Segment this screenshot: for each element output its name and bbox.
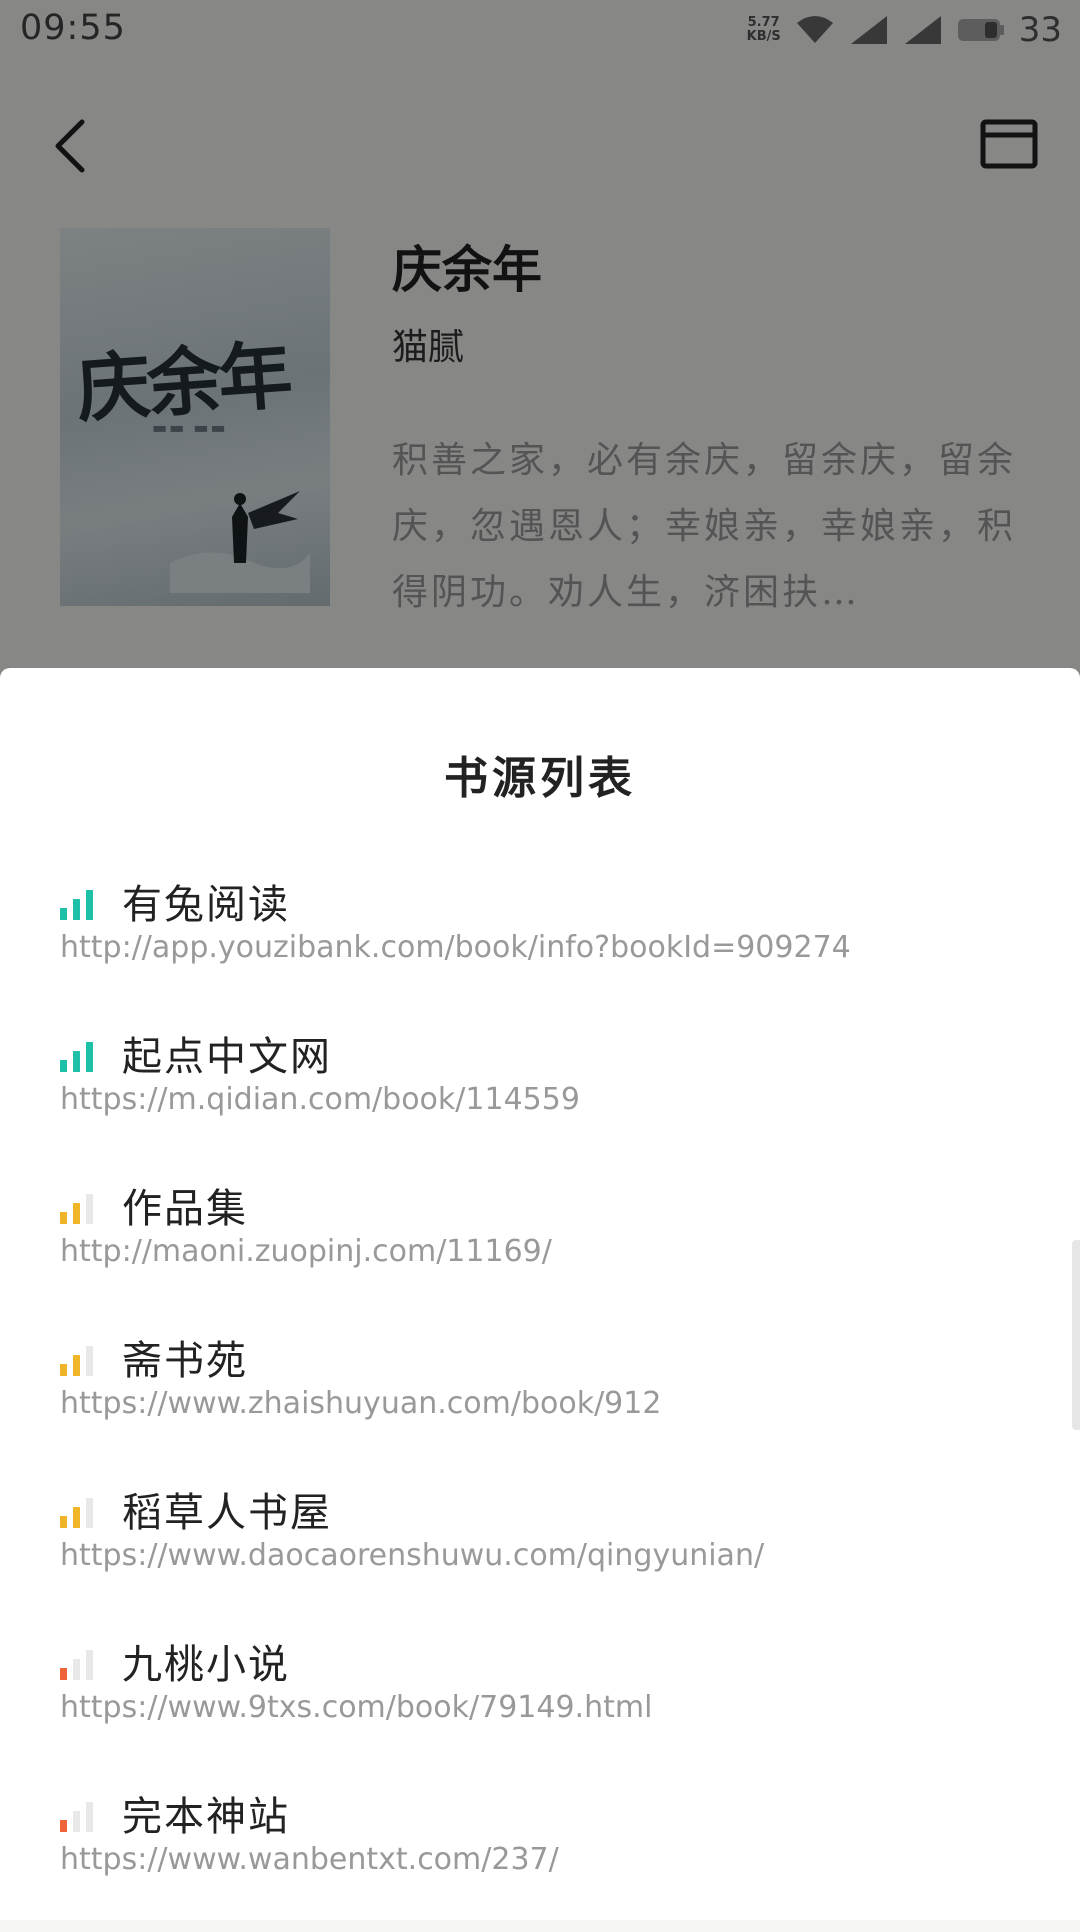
source-name: 有兔阅读: [122, 882, 290, 928]
signal-strength-icon: [60, 1194, 100, 1224]
signal-bar: [60, 1516, 67, 1528]
signal-bar: [73, 1659, 80, 1680]
signal-bar: [73, 1051, 80, 1072]
signal-bar: [60, 908, 67, 920]
scrollbar[interactable]: [1072, 1240, 1080, 1430]
source-name: 起点中文网: [122, 1034, 332, 1080]
source-list: 有兔阅读 http://app.youzibank.com/book/info?b…: [0, 868, 1080, 1932]
source-item[interactable]: 起点中文网 https://m.qidian.com/book/114559: [0, 1020, 1080, 1172]
source-item[interactable]: 九桃小说 https://www.9txs.com/book/79149.html: [0, 1628, 1080, 1780]
signal-bar: [73, 899, 80, 920]
signal-bar: [60, 1212, 67, 1224]
signal-strength-icon: [60, 1042, 100, 1072]
signal-bar: [73, 1203, 80, 1224]
signal-bar: [86, 1346, 93, 1376]
source-name: 完本神站: [122, 1794, 290, 1840]
source-url: http://maoni.zuopinj.com/11169/: [60, 1234, 552, 1269]
source-name: 九桃小说: [122, 1642, 290, 1688]
signal-bar: [60, 1820, 67, 1832]
signal-bar: [86, 1802, 93, 1832]
source-item[interactable]: 斋书苑 https://www.zhaishuyuan.com/book/912: [0, 1324, 1080, 1476]
signal-strength-icon: [60, 1650, 100, 1680]
sheet-title: 书源列表: [444, 753, 636, 804]
signal-bar: [86, 1194, 93, 1224]
signal-strength-icon: [60, 1498, 100, 1528]
source-item[interactable]: 作品集 http://maoni.zuopinj.com/11169/: [0, 1172, 1080, 1324]
signal-bar: [86, 1042, 93, 1072]
source-item[interactable]: 有兔阅读 http://app.youzibank.com/book/info?b…: [0, 868, 1080, 1020]
source-url: https://www.daocaorenshuwu.com/qingyunia…: [60, 1538, 765, 1573]
source-item[interactable]: 完本神站 https://www.wanbentxt.com/237/: [0, 1780, 1080, 1932]
signal-bar: [73, 1507, 80, 1528]
signal-strength-icon: [60, 890, 100, 920]
source-url: https://www.9txs.com/book/79149.html: [60, 1690, 653, 1725]
signal-strength-icon: [60, 1346, 100, 1376]
source-name: 斋书苑: [122, 1338, 248, 1384]
signal-bar: [73, 1355, 80, 1376]
signal-strength-icon: [60, 1802, 100, 1832]
signal-bar: [60, 1060, 67, 1072]
signal-bar: [73, 1811, 80, 1832]
source-url: http://app.youzibank.com/book/info?bookI…: [60, 930, 851, 965]
source-name: 作品集: [122, 1186, 248, 1232]
signal-bar: [86, 1498, 93, 1528]
source-item[interactable]: 稻草人书屋 https://www.daocaorenshuwu.com/qing…: [0, 1476, 1080, 1628]
source-list-sheet: 书源列表 有兔阅读 http://app.youzibank.com/book/i…: [0, 668, 1080, 1920]
source-url: https://www.zhaishuyuan.com/book/912: [60, 1386, 662, 1421]
source-url: https://www.wanbentxt.com/237/: [60, 1842, 559, 1877]
signal-bar: [86, 890, 93, 920]
source-name: 稻草人书屋: [122, 1490, 332, 1536]
source-url: https://m.qidian.com/book/114559: [60, 1082, 580, 1117]
signal-bar: [86, 1650, 93, 1680]
signal-bar: [60, 1364, 67, 1376]
signal-bar: [60, 1668, 67, 1680]
